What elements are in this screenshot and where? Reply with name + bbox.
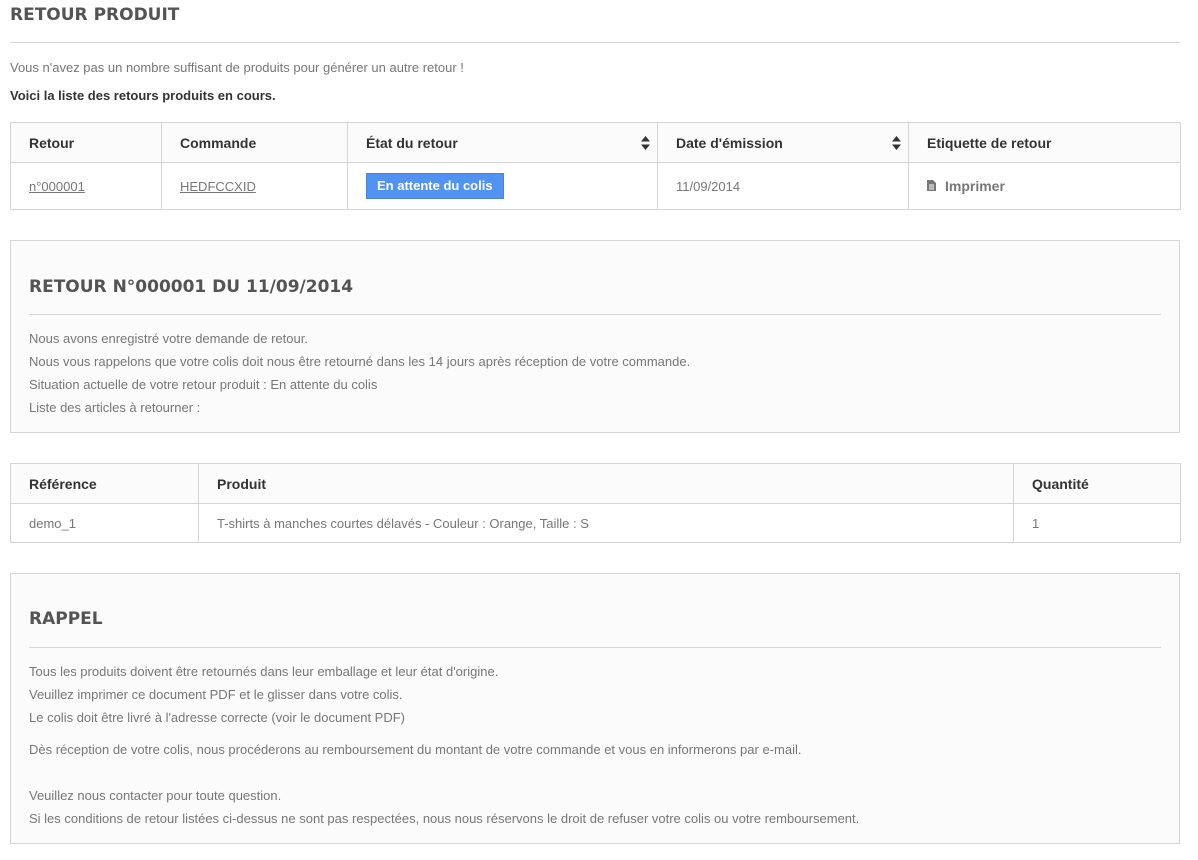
item-reference-cell: demo_1: [10, 503, 199, 543]
contact-line: Si les conditions de retour listées ci-d…: [29, 811, 860, 826]
document-icon: [927, 180, 936, 192]
page-title: RETOUR PRODUIT: [10, 0, 1180, 43]
returns-table: Retour Commande État du retour Date d'ém…: [10, 122, 1181, 210]
print-label-text: Imprimer: [945, 177, 1005, 194]
items-table-header: Référence Produit Quantité: [10, 463, 1181, 504]
return-detail-line: Situation actuelle de votre retour produ…: [29, 377, 378, 392]
return-detail-line: Liste des articles à retourner :: [29, 400, 201, 415]
print-label-link[interactable]: Imprimer: [927, 178, 1005, 194]
reminder-line: Veuillez imprimer ce document PDF et le …: [29, 687, 403, 702]
item-product-cell: T-shirts à manches courtes délavés - Cou…: [198, 503, 1014, 543]
col-header-retour: Retour: [10, 122, 162, 163]
returns-list-intro: Voici la liste des retours produits en c…: [10, 88, 276, 103]
col-header-etiquette: Etiquette de retour: [908, 122, 1181, 163]
order-reference-cell: HEDFCCXID: [161, 162, 348, 210]
order-reference-link[interactable]: HEDFCCXID: [180, 179, 256, 194]
issue-date-cell: 11/09/2014: [657, 162, 909, 210]
return-detail-line: Nous avons enregistré votre demande de r…: [29, 331, 308, 346]
col-header-produit: Produit: [198, 463, 1014, 504]
col-header-date[interactable]: Date d'émission: [657, 122, 909, 163]
table-row: n°000001 HEDFCCXID En attente du colis 1…: [10, 162, 1181, 210]
insufficient-products-notice: Vous n'avez pas un nombre suffisant de p…: [10, 60, 464, 75]
contact-line: Veuillez nous contacter pour toute quest…: [29, 788, 282, 803]
item-quantity-cell: 1: [1013, 503, 1181, 543]
table-row: demo_1 T-shirts à manches courtes délavé…: [10, 503, 1181, 543]
status-badge: En attente du colis: [366, 173, 504, 199]
col-header-etiquette-label: Etiquette de retour: [927, 134, 1052, 151]
col-header-etat-label: État du retour: [366, 134, 458, 151]
reminder-title: RAPPEL: [29, 574, 1161, 648]
return-page: RETOUR PRODUIT Vous n'avez pas un nombre…: [0, 0, 1198, 844]
return-detail-title: RETOUR N°000001 DU 11/09/2014: [29, 241, 1161, 315]
col-header-etat[interactable]: État du retour: [347, 122, 658, 163]
refund-line: Dès réception de votre colis, nous procé…: [29, 742, 802, 757]
sort-icon[interactable]: [892, 136, 901, 150]
return-detail-box: RETOUR N°000001 DU 11/09/2014 Nous avons…: [10, 240, 1180, 433]
col-header-commande-label: Commande: [180, 134, 257, 151]
return-detail-line: Nous vous rappelons que votre colis doit…: [29, 354, 691, 369]
col-header-reference: Référence: [10, 463, 199, 504]
col-header-date-label: Date d'émission: [676, 134, 783, 151]
return-number-link[interactable]: n°000001: [29, 179, 85, 194]
return-label-cell: Imprimer: [908, 162, 1181, 210]
sort-icon[interactable]: [641, 136, 650, 150]
reminder-line: Le colis doit être livré à l'adresse cor…: [29, 710, 406, 725]
col-header-commande: Commande: [161, 122, 348, 163]
col-header-quantite: Quantité: [1013, 463, 1181, 504]
return-items-table: Référence Produit Quantité demo_1 T-shir…: [10, 463, 1181, 543]
reminder-line: Tous les produits doivent être retournés…: [29, 664, 499, 679]
returns-table-header: Retour Commande État du retour Date d'ém…: [10, 122, 1181, 163]
col-header-retour-label: Retour: [29, 134, 75, 151]
return-number-cell: n°000001: [10, 162, 162, 210]
reminder-box: RAPPEL Tous les produits doivent être re…: [10, 573, 1180, 844]
return-status-cell: En attente du colis: [347, 162, 658, 210]
